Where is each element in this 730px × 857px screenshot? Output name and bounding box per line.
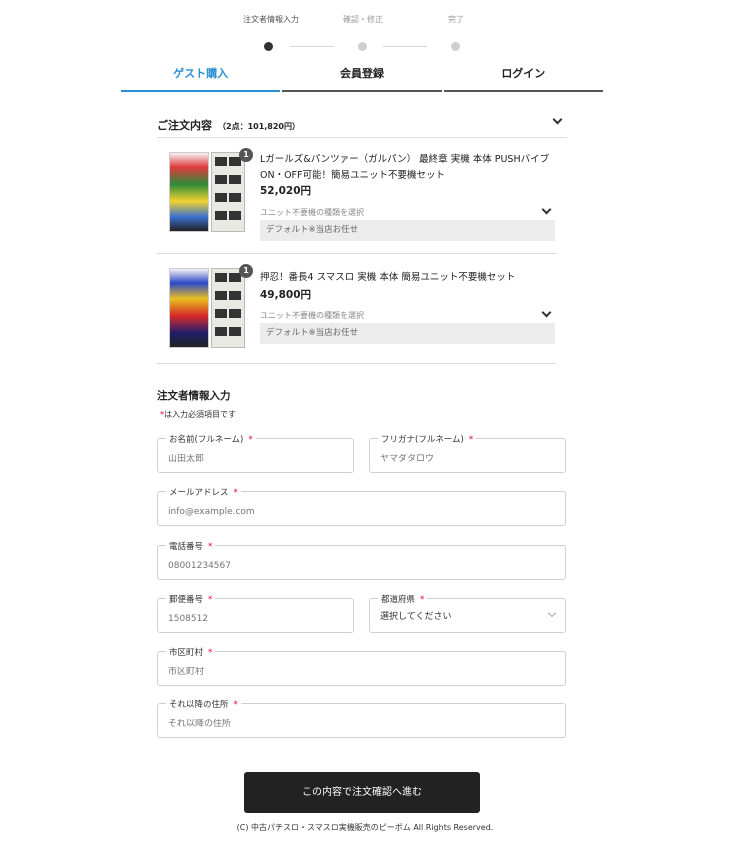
cart-item: 1 押忍！番長4 スマスロ 実機 本体 簡易ユニット不要機セット 49,800円… [157, 256, 557, 364]
address-field-label: それ以降の住所 * [166, 698, 241, 710]
step-dot-input [264, 42, 273, 51]
item-name: 押忍！番長4 スマスロ 実機 本体 簡易ユニット不要機セット [260, 272, 516, 283]
prefecture-field-label: 都道府県 * [378, 593, 428, 605]
name-input[interactable] [168, 454, 334, 464]
product-image [169, 268, 245, 348]
proceed-to-confirm-button[interactable]: この内容で注文確認へ進む [244, 772, 480, 813]
chevron-down-icon[interactable] [541, 307, 552, 318]
purchase-tabs: ゲスト購入 会員登録 ログイン [121, 60, 603, 92]
tab-member-register[interactable]: 会員登録 [282, 60, 442, 92]
machine-front-image [169, 152, 209, 232]
phone-field-label: 電話番号 * [166, 540, 216, 552]
quantity-badge: 1 [239, 148, 253, 162]
city-field[interactable]: 市区町村 * [157, 646, 566, 686]
kana-field[interactable]: フリガナ(フルネーム) * [369, 433, 566, 473]
copyright-footer: (C) 中古パチスロ・スマスロ実機販売のピーボム All Rights Rese… [236, 823, 494, 832]
required-note: *は入力必須項目です [160, 409, 236, 420]
step-label-confirm: 確認・修正 [343, 15, 383, 24]
email-field-label: メールアドレス * [166, 486, 241, 498]
step-label-complete: 完了 [448, 15, 464, 24]
kana-input[interactable] [380, 454, 546, 464]
address-field[interactable]: それ以降の住所 * [157, 698, 566, 738]
quantity-badge: 1 [239, 264, 253, 278]
product-image [169, 152, 245, 232]
name-field-label: お名前(フルネーム) * [166, 433, 256, 445]
unit-type-label: ユニット不要機の種類を選択 [260, 208, 364, 217]
item-price: 49,800円 [260, 289, 312, 301]
tab-guest-purchase[interactable]: ゲスト購入 [121, 60, 281, 92]
city-field-label: 市区町村 * [166, 646, 216, 658]
step-label-input: 注文者情報入力 [243, 15, 299, 24]
item-price: 52,020円 [260, 185, 312, 197]
machine-back-image [211, 268, 245, 348]
step-connector [383, 46, 427, 47]
unit-type-select[interactable]: デフォルト※当店お任せ [260, 220, 555, 241]
prefecture-field[interactable]: 都道府県 * 選択してください [369, 593, 566, 633]
email-field[interactable]: メールアドレス * [157, 486, 566, 526]
name-field[interactable]: お名前(フルネーム) * [157, 433, 354, 473]
step-dot-confirm [358, 42, 367, 51]
email-input[interactable] [168, 507, 514, 517]
cart-item: 1 Lガールズ&パンツァー（ガルパン） 最終章 実機 本体 PUSHバイブON・… [157, 146, 557, 254]
kana-field-label: フリガナ(フルネーム) * [378, 433, 477, 445]
machine-front-image [169, 268, 209, 348]
step-dot-complete [451, 42, 460, 51]
phone-field[interactable]: 電話番号 * [157, 540, 566, 580]
unit-type-label: ユニット不要機の種類を選択 [260, 311, 364, 320]
step-connector [290, 46, 334, 47]
zip-field[interactable]: 郵便番号 * [157, 593, 354, 633]
machine-back-image [211, 152, 245, 232]
order-summary-count: （2点：101,820円） [218, 122, 301, 131]
city-input[interactable] [168, 667, 514, 677]
unit-type-select[interactable]: デフォルト※当店お任せ [260, 323, 555, 344]
zip-field-label: 郵便番号 * [166, 593, 216, 605]
order-summary-header[interactable]: ご注文内容 （2点：101,820円） [157, 114, 567, 138]
address-input[interactable] [168, 719, 514, 729]
tab-login[interactable]: ログイン [443, 60, 603, 92]
chevron-down-icon[interactable] [552, 114, 563, 125]
required-note-text: は入力必須項目です [164, 410, 236, 419]
form-title: 注文者情報入力 [157, 390, 231, 402]
order-summary-title: ご注文内容 [157, 119, 212, 132]
zip-input[interactable] [168, 614, 334, 624]
chevron-down-icon[interactable] [541, 204, 552, 215]
progress-stepper: 注文者情報入力 確認・修正 完了 [240, 12, 480, 51]
chevron-down-icon[interactable] [547, 608, 557, 618]
item-name: Lガールズ&パンツァー（ガルパン） 最終章 実機 本体 PUSHバイブON・OF… [260, 154, 550, 181]
prefecture-select[interactable]: 選択してください [380, 609, 546, 622]
phone-input[interactable] [168, 561, 514, 571]
